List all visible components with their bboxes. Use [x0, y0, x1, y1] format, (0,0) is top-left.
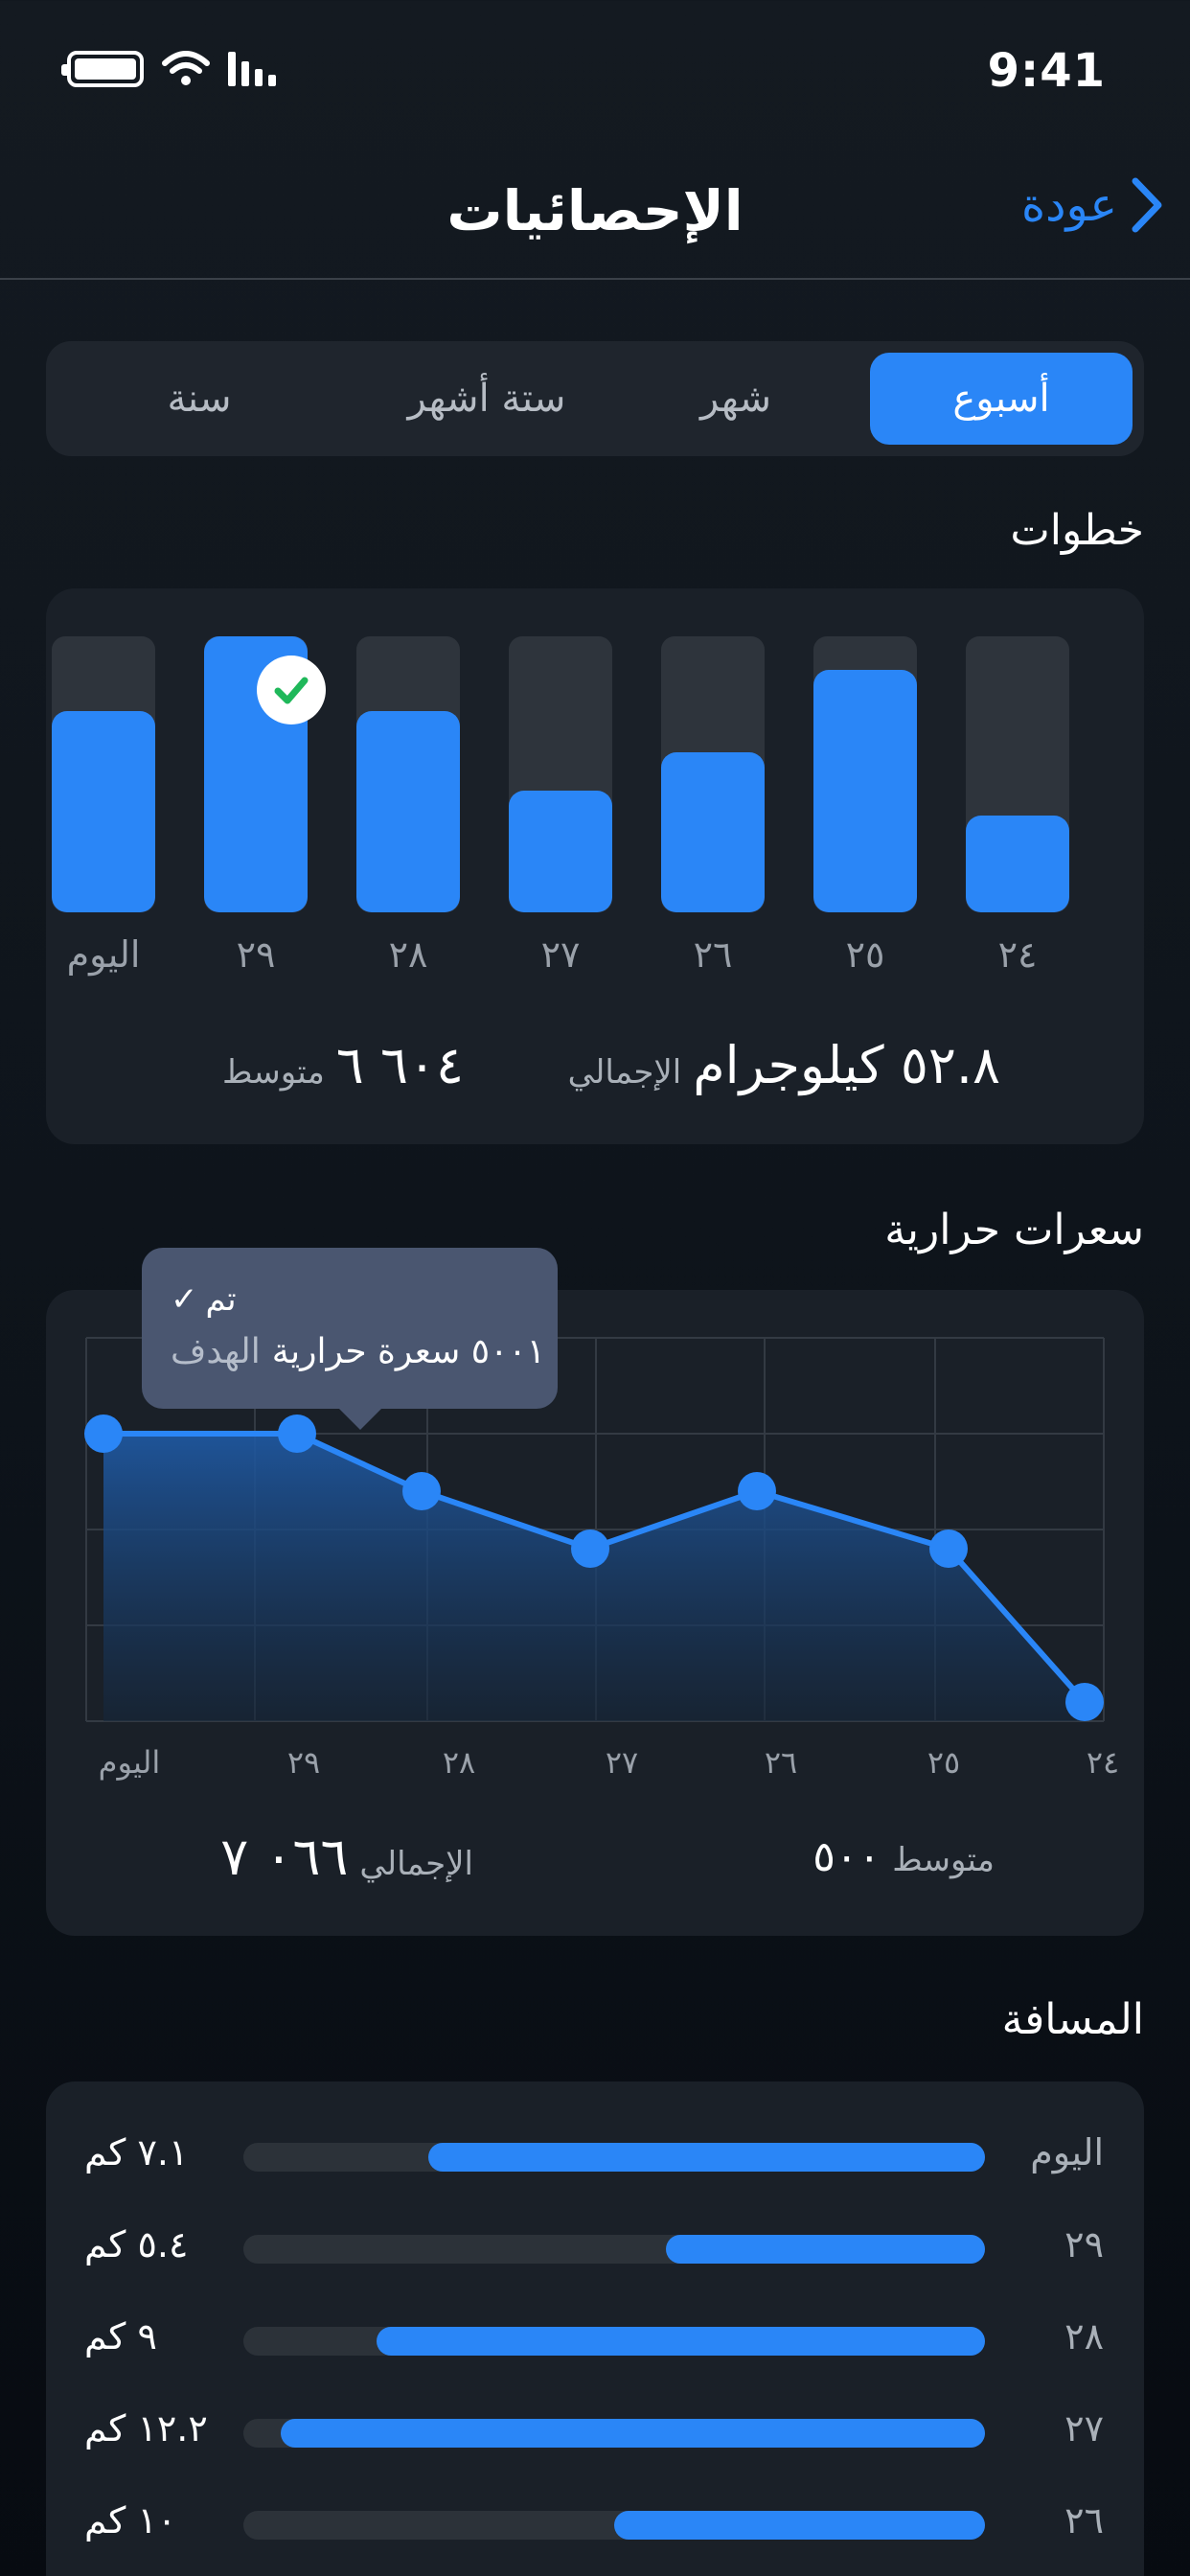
steps-bar[interactable]	[966, 816, 1069, 912]
tab-week[interactable]: أسبوع	[870, 353, 1133, 445]
page-title: الإحصائيات	[446, 178, 744, 243]
nav-divider	[0, 278, 1190, 280]
calories-point[interactable]	[738, 1472, 776, 1510]
calories-day-label: ٢٩	[286, 1744, 321, 1781]
steps-section-title: خطوات	[1010, 506, 1144, 555]
calories-average-label: متوسط	[892, 1841, 995, 1879]
distance-bar-track	[243, 2327, 985, 2356]
tooltip-label: الهدف	[171, 1332, 261, 1371]
steps-bar-track	[966, 636, 1069, 912]
wifi-icon	[162, 51, 210, 85]
steps-bar-track	[356, 636, 460, 912]
steps-day-label: ٢٩	[236, 933, 276, 976]
chevron-right-icon	[1132, 177, 1162, 233]
steps-bar-track	[52, 636, 155, 912]
calories-day-label: اليوم	[98, 1744, 161, 1781]
calories-average: متوسط ٥٠٠	[812, 1832, 995, 1881]
goal-check-icon	[257, 656, 326, 724]
distance-value: ٧.١ كم	[84, 2131, 189, 2174]
calories-total: الإجمالي ٠٦٦ ٧	[220, 1827, 473, 1887]
cellular-signal-icon	[228, 52, 276, 86]
tab-month[interactable]: شهر	[621, 353, 851, 445]
distance-bar-track	[243, 2419, 985, 2448]
tooltip-check-icon: ✓	[171, 1280, 198, 1319]
distance-value: ٩ كم	[84, 2315, 157, 2358]
tab-six-months[interactable]: ستة أشهر	[353, 353, 621, 445]
distance-day-label: ٢٦	[1064, 2499, 1104, 2542]
battery-icon	[61, 51, 144, 87]
calories-point[interactable]	[571, 1530, 609, 1568]
steps-bar-track	[813, 636, 917, 912]
calories-day-label: ٢٧	[605, 1744, 639, 1781]
tab-year[interactable]: سنة	[103, 353, 295, 445]
back-label: عودة	[1021, 178, 1117, 232]
calories-point[interactable]	[1065, 1683, 1104, 1721]
calories-point[interactable]	[278, 1414, 316, 1453]
back-button[interactable]: عودة	[1021, 176, 1163, 234]
calories-point[interactable]	[84, 1414, 123, 1453]
steps-total-value: ٥٢.٨ كيلوجرام	[693, 1035, 1000, 1095]
tooltip-value: ٥٠٠١ سعرة حرارية	[271, 1332, 546, 1371]
steps-bar-track	[509, 636, 612, 912]
distance-value: ١٠ كم	[84, 2499, 177, 2542]
steps-average: ٦٠٤ ٦ متوسط	[222, 1035, 464, 1095]
status-icons	[61, 50, 276, 88]
distance-bar	[614, 2511, 985, 2540]
steps-total-label: الإجمالي	[567, 1053, 682, 1092]
steps-total: ٥٢.٨ كيلوجرام الإجمالي	[568, 1035, 1000, 1095]
distance-bar-track	[243, 2511, 985, 2540]
period-segmented-control: أسبوع شهر ستة أشهر سنة	[46, 341, 1144, 456]
steps-day-label: اليوم	[66, 933, 141, 976]
distance-bar	[377, 2327, 985, 2356]
calories-point[interactable]	[929, 1530, 968, 1568]
steps-average-label: متوسط	[221, 1053, 325, 1092]
distance-day-label: ٢٩	[1064, 2223, 1104, 2266]
steps-card: ٢٤ ٢٥ ٢٦ ٢٧ ٢٨ ٢٩ اليوم ٥٢.٨ كيلوجرام الإجمالي…	[46, 588, 1144, 1144]
calories-area-fill	[103, 1434, 1085, 1721]
steps-day-label: ٢٨	[388, 933, 428, 976]
distance-card: اليوم ٧.١ كم ٢٩ ٥.٤ كم ٢٨ ٩ كم ٢٧ ١٢.٢ كم ٢٦ ١٠ ك…	[46, 2082, 1144, 2576]
calories-average-value: ٥٠٠	[812, 1832, 881, 1881]
distance-bar-track	[243, 2143, 985, 2172]
distance-bar	[666, 2235, 985, 2264]
steps-average-value: ٦٠٤ ٦	[335, 1035, 464, 1095]
calories-total-value: ٠٦٦ ٧	[220, 1827, 349, 1887]
distance-bar-track	[243, 2235, 985, 2264]
distance-section-title: المسافة	[1001, 1995, 1144, 2044]
calories-section-title: سعرات حرارية	[884, 1206, 1144, 1254]
steps-bar[interactable]	[661, 752, 765, 912]
distance-bar	[428, 2143, 985, 2172]
distance-day-label: ٢٧	[1064, 2407, 1104, 2450]
calories-day-label: ٢٤	[1086, 1744, 1120, 1781]
calories-day-label: ٢٦	[764, 1744, 798, 1781]
steps-day-label: ٢٧	[540, 933, 581, 976]
calories-total-label: الإجمالي	[359, 1845, 473, 1883]
calories-day-label: ٢٥	[927, 1744, 961, 1781]
distance-bar	[281, 2419, 985, 2448]
steps-bar[interactable]	[356, 711, 460, 912]
goal-tooltip: تم ✓ ٥٠٠١ سعرة حرارية الهدف	[142, 1248, 558, 1430]
steps-bar-track	[661, 636, 765, 912]
steps-day-label: ٢٤	[997, 933, 1038, 976]
distance-value: ١٢.٢ كم	[84, 2407, 208, 2450]
distance-day-label: اليوم	[1030, 2131, 1104, 2174]
steps-bar[interactable]	[52, 711, 155, 912]
distance-value: ٥.٤ كم	[84, 2223, 189, 2266]
steps-bar[interactable]	[509, 791, 612, 912]
steps-bar[interactable]	[813, 670, 917, 912]
steps-day-label: ٢٦	[693, 933, 733, 976]
steps-day-label: ٢٥	[845, 933, 885, 976]
calories-day-label: ٢٨	[442, 1744, 476, 1781]
status-time: 9:41	[987, 44, 1106, 98]
tooltip-status: تم	[205, 1280, 237, 1319]
calories-point[interactable]	[402, 1472, 441, 1510]
distance-day-label: ٢٨	[1064, 2315, 1104, 2358]
